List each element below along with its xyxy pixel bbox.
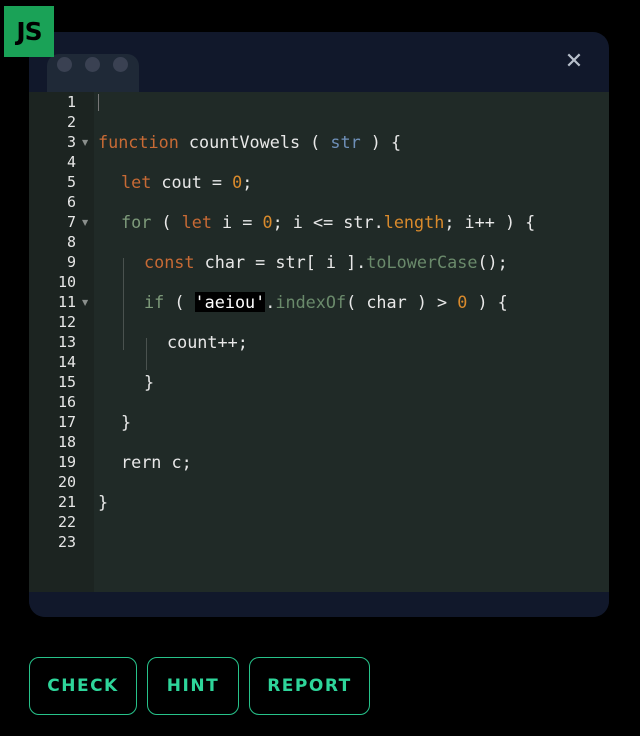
code-editor-window: ✕ 1 2 3 4 5 6 7 8 9 10 11 12 13 14 15 16 17 18 19 20 21 22 23 … xyxy=(29,32,609,617)
code-text: ) { xyxy=(467,292,508,312)
fold-arrow-icon[interactable]: ▼ xyxy=(82,218,88,227)
code-line-19: rern c; xyxy=(121,452,192,472)
line-number: 6 xyxy=(66,193,76,211)
keyword: let xyxy=(181,212,212,232)
code-editor[interactable]: 1 2 3 4 5 6 7 8 9 10 11 12 13 14 15 16 17 18 19 20 21 22 23 fu… xyxy=(29,92,609,592)
line-number: 9 xyxy=(66,253,76,271)
editor-footer xyxy=(29,592,609,617)
code-line-3: function countVowels ( str ) { xyxy=(98,132,401,152)
code-text: } xyxy=(144,372,155,392)
line-number: 16 xyxy=(57,393,76,411)
number-literal: 0 xyxy=(232,172,243,192)
keyword: function xyxy=(98,132,179,152)
line-number: 21 xyxy=(57,493,76,511)
method-name: toLowerCase xyxy=(366,252,478,272)
titlebar: ✕ xyxy=(29,32,609,92)
line-number: 3 xyxy=(66,133,76,151)
code-text: i = xyxy=(211,212,263,232)
code-line-7: for ( let i = 0; i <= str.length; i++ ) … xyxy=(121,212,535,232)
keyword: if xyxy=(144,292,165,312)
line-number: 17 xyxy=(57,413,76,431)
line-number: 15 xyxy=(57,373,76,391)
code-text: count++; xyxy=(167,332,248,352)
line-number: 18 xyxy=(57,433,76,451)
window-dot-icon xyxy=(85,57,100,72)
hint-button[interactable]: HINT xyxy=(147,657,239,715)
code-text: ; i++ ) { xyxy=(444,212,536,232)
code-text: ) { xyxy=(360,132,402,152)
number-literal: 0 xyxy=(457,292,468,312)
code-text: ( xyxy=(164,292,195,312)
code-text: } xyxy=(121,412,132,432)
line-number: 22 xyxy=(57,513,76,531)
fold-arrow-icon[interactable]: ▼ xyxy=(82,138,88,147)
close-icon[interactable]: ✕ xyxy=(561,49,587,75)
line-number: 4 xyxy=(66,153,76,171)
code-text: . xyxy=(265,292,276,312)
keyword: let xyxy=(121,172,152,192)
line-number: 14 xyxy=(57,353,76,371)
line-number: 19 xyxy=(57,453,76,471)
code-line-9: const char = str[ i ].toLowerCase(); xyxy=(144,252,508,272)
code-text: ; xyxy=(242,172,253,192)
code-line-17: } xyxy=(121,412,131,432)
line-number: 1 xyxy=(66,93,76,111)
property-name: length xyxy=(383,212,445,232)
code-text: } xyxy=(98,492,109,512)
js-logo: JS xyxy=(4,6,54,57)
window-dot-icon xyxy=(57,57,72,72)
check-button[interactable]: CHECK xyxy=(29,657,137,715)
line-number-gutter: 1 2 3 4 5 6 7 8 9 10 11 12 13 14 15 16 17 18 19 20 21 22 23 xyxy=(29,92,94,592)
code-text: cout = xyxy=(151,172,233,192)
code-text: char = str[ i ]. xyxy=(194,252,367,272)
line-number: 5 xyxy=(66,173,76,191)
line-number: 10 xyxy=(57,273,76,291)
line-number: 20 xyxy=(57,473,76,491)
code-line-15: } xyxy=(144,372,154,392)
code-line-5: let cout = 0; xyxy=(121,172,252,192)
window-dot-icon xyxy=(113,57,128,72)
line-number: 7 xyxy=(66,213,76,231)
string-literal: 'aeiou' xyxy=(194,292,266,312)
code-text: (); xyxy=(477,252,508,272)
code-text: ; i <= str. xyxy=(272,212,384,232)
line-number: 11 xyxy=(57,293,76,311)
line-numbers: 1 2 3 4 5 6 7 8 9 10 11 12 13 14 15 16 17 18 19 20 21 22 23 xyxy=(29,92,76,552)
code-line-13: count++; xyxy=(167,332,248,352)
code-text: rern c; xyxy=(121,452,192,472)
report-button[interactable]: REPORT xyxy=(249,657,370,715)
code-text: ( char ) > xyxy=(346,292,458,312)
line-number: 8 xyxy=(66,233,76,251)
indent-guide xyxy=(146,338,147,370)
code-text: ( xyxy=(151,212,182,232)
code-text: countVowels ( xyxy=(178,132,331,152)
keyword: for xyxy=(121,212,152,232)
method-name: indexOf xyxy=(275,292,347,312)
code-area[interactable]: function countVowels ( str ) { let cout … xyxy=(98,92,608,512)
line-number: 2 xyxy=(66,113,76,131)
code-line-11: if ( 'aeiou'.indexOf( char ) > 0 ) { xyxy=(144,292,508,312)
param-name: str xyxy=(330,132,361,152)
number-literal: 0 xyxy=(262,212,273,232)
keyword: const xyxy=(144,252,195,272)
line-number: 12 xyxy=(57,313,76,331)
indent-guide xyxy=(123,258,124,350)
line-number: 13 xyxy=(57,333,76,351)
code-line-21: } xyxy=(98,492,108,512)
line-number: 23 xyxy=(57,533,76,551)
fold-arrow-icon[interactable]: ▼ xyxy=(82,298,88,307)
